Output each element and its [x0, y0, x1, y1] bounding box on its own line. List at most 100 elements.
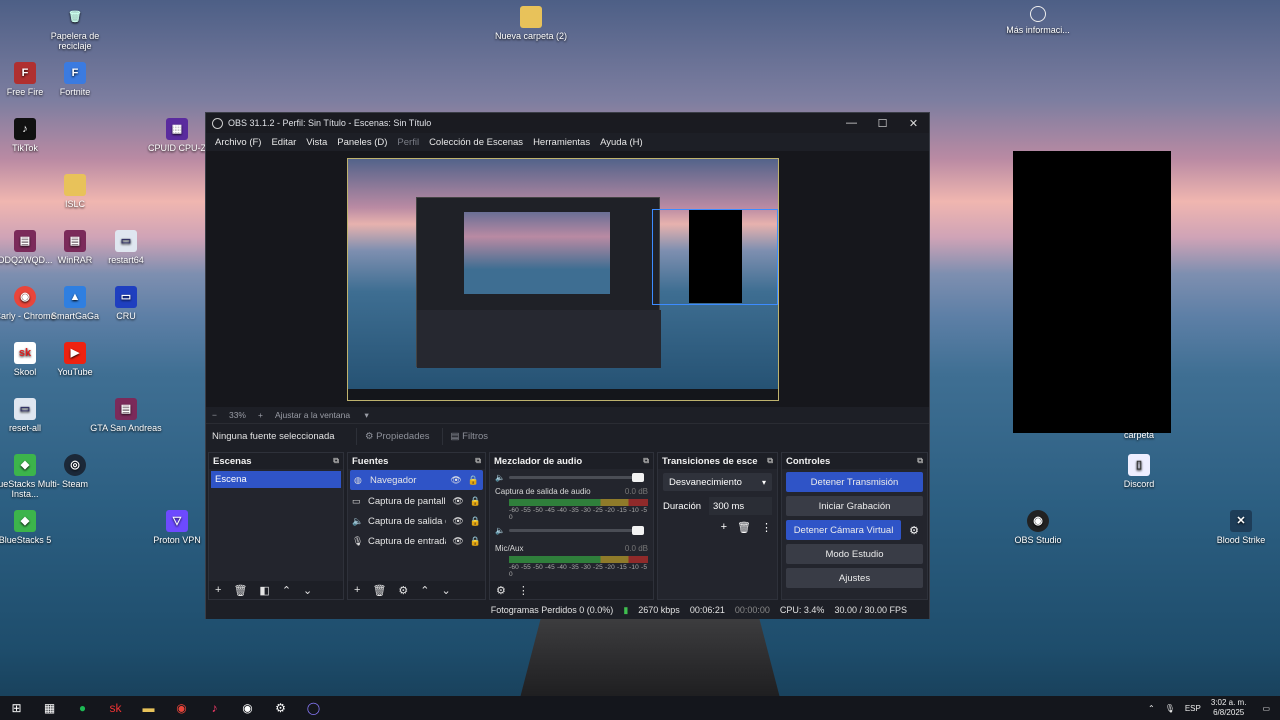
chrome-icon[interactable]: ◉ [165, 696, 198, 720]
tiktok-icon[interactable]: ♪ [198, 696, 231, 720]
menu-herramientas[interactable]: Herramientas [528, 137, 595, 148]
desktop-icon-carpeta[interactable]: carpeta [1101, 430, 1177, 440]
gear-icon[interactable]: ⚙ [398, 584, 408, 597]
desktop-icon-protonvpn[interactable]: ▽ Proton VPN [139, 510, 215, 545]
desktop-icon-nueva-carpeta[interactable]: Nueva carpeta (2) [493, 6, 569, 41]
maximize-button[interactable]: ☐ [867, 117, 898, 130]
desktop-icon-obs[interactable]: ◉ OBS Studio [1000, 510, 1076, 545]
speaker-icon[interactable]: 🔈 [495, 473, 505, 482]
source-item-captura-entrada-audio[interactable]: 🎙Captura de entrada de audio👁🔒 [348, 531, 485, 551]
title-bar[interactable]: OBS 31.1.2 - Perfil: Sin Título - Escena… [206, 113, 929, 133]
chevron-up-icon[interactable]: ⌃ [1148, 704, 1155, 713]
more-options-icon[interactable]: ⋮ [761, 521, 772, 534]
settings-gear-icon[interactable]: ⚙ [264, 696, 297, 720]
lock-icon[interactable]: 🔒 [470, 516, 481, 527]
zoom-fit-dropdown[interactable]: Ajustar a la ventana ▾ [275, 410, 381, 421]
desktop-icon-fortnite[interactable]: F Fortnite [37, 62, 113, 97]
desktop-icon-recycle-bin[interactable]: 🗑 Papelera de reciclaje [37, 6, 113, 52]
desktop-icon-restart64[interactable]: ▭ restart64 [88, 230, 164, 265]
gear-icon[interactable]: ⚙ [905, 524, 923, 537]
desktop-icon-bluestacks5[interactable]: ◆ BlueStacks 5 [0, 510, 63, 545]
clock[interactable]: 3:02 a. m. 6/8/2025 [1211, 698, 1247, 718]
microphone-icon[interactable]: 🎙 [1165, 704, 1175, 713]
language-indicator[interactable]: ESP [1185, 704, 1201, 713]
eye-icon[interactable]: 👁 [452, 516, 463, 527]
source-item-navegador[interactable]: ◍ Navegador 👁 🔒 [350, 470, 483, 490]
desktop-icon-islc[interactable]: ISLC [37, 174, 113, 209]
stop-virtual-camera-button[interactable]: Detener Cámara Virtual [786, 520, 901, 540]
advanced-audio-icon[interactable]: ⚙ [496, 584, 506, 597]
transitions-header: Transiciones de escena⧉ [658, 453, 777, 469]
menu-coleccion[interactable]: Colección de Escenas [424, 137, 528, 148]
more-options-icon[interactable]: ⋮ [518, 584, 529, 597]
desktop-icon-cru[interactable]: ▭ CRU [88, 286, 164, 321]
add-scene-button[interactable]: + [215, 584, 221, 596]
move-down-button[interactable]: ⌄ [303, 584, 312, 597]
eye-icon[interactable]: 👁 [450, 475, 461, 486]
properties-button[interactable]: ⚙ Propiedades [356, 427, 438, 445]
undock-icon[interactable]: ⧉ [333, 456, 339, 466]
undock-icon[interactable]: ⧉ [643, 456, 649, 466]
trash-icon[interactable]: 🗑 [737, 521, 751, 534]
zoom-in-button[interactable]: + [258, 410, 263, 420]
menu-perfil[interactable]: Perfil [392, 137, 424, 148]
volume-slider[interactable] [508, 472, 645, 482]
desktop-icon-mas-info[interactable]: Más informaci... [1000, 6, 1076, 35]
notification-icon[interactable]: ▭ [1262, 704, 1270, 713]
file-explorer-icon[interactable]: ▬ [132, 696, 165, 720]
proton-icon[interactable]: ◯ [297, 696, 330, 720]
source-selection-box[interactable] [652, 209, 778, 305]
desktop-icon-reset-all[interactable]: ▭ reset-all [0, 398, 63, 433]
start-recording-button[interactable]: Iniciar Grabación [786, 496, 923, 516]
eye-icon[interactable]: 👁 [452, 536, 463, 547]
undock-icon[interactable]: ⧉ [475, 456, 481, 466]
undock-icon[interactable]: ⧉ [767, 456, 773, 466]
desktop-icon-cpuz[interactable]: ▦ CPUID CPU-Z [139, 118, 215, 153]
studio-mode-button[interactable]: Modo Estudio [786, 544, 923, 564]
lock-icon[interactable]: 🔒 [470, 496, 481, 507]
menu-vista[interactable]: Vista [301, 137, 332, 148]
lock-icon[interactable]: 🔒 [470, 536, 481, 547]
close-button[interactable]: ✕ [898, 117, 929, 130]
move-down-button[interactable]: ⌄ [442, 584, 451, 597]
desktop-icon-steam[interactable]: ◎ Steam [37, 454, 113, 489]
stop-stream-button[interactable]: Detener Transmisión [786, 472, 923, 492]
minimize-button[interactable]: — [836, 117, 867, 130]
trash-icon[interactable]: 🗑 [372, 584, 386, 597]
speaker-icon[interactable]: 🔈 [495, 526, 505, 535]
desktop-icon-youtube[interactable]: ▶ YouTube [37, 342, 113, 377]
desktop-icon-blood-strike[interactable]: ✕ Blood Strike [1203, 510, 1279, 545]
controls-dock: Controles ⧉ Detener Transmisión Iniciar G… [781, 452, 928, 600]
filters-button[interactable]: ▤ Filtros [441, 427, 497, 445]
add-transition-button[interactable]: + [721, 521, 727, 534]
settings-button[interactable]: Ajustes [786, 568, 923, 588]
transition-select[interactable]: Desvanecimiento ▾ [663, 473, 772, 491]
menu-ayuda[interactable]: Ayuda (H) [595, 137, 648, 148]
trash-icon[interactable]: 🗑 [233, 584, 247, 597]
calculator-icon[interactable]: ▦ [33, 696, 66, 720]
source-item-captura-pantalla[interactable]: ▭ Captura de pantalla 👁 🔒 [348, 491, 485, 511]
scene-item[interactable]: Escena [211, 471, 341, 488]
zoom-out-button[interactable]: − [212, 410, 217, 420]
eye-icon[interactable]: 👁 [452, 496, 463, 507]
spotify-icon[interactable]: ● [66, 696, 99, 720]
volume-slider[interactable] [508, 525, 645, 535]
menu-archivo[interactable]: Archivo (F) [210, 137, 266, 148]
skool-icon[interactable]: sk [99, 696, 132, 720]
desktop-icon-gta[interactable]: ▤ GTA San Andreas [88, 398, 164, 433]
desktop-icon-discord[interactable]: ▯ Discord [1101, 454, 1177, 489]
lock-icon[interactable]: 🔒 [468, 475, 479, 486]
move-up-button[interactable]: ⌃ [420, 584, 429, 597]
obs-icon[interactable]: ◉ [231, 696, 264, 720]
menu-paneles[interactable]: Paneles (D) [332, 137, 392, 148]
menu-editar[interactable]: Editar [266, 137, 301, 148]
add-source-button[interactable]: + [354, 584, 360, 596]
scene-filters-icon[interactable]: ◧ [259, 584, 269, 597]
source-item-captura-salida-audio[interactable]: 🔈Captura de salida de audio👁🔒 [348, 511, 485, 531]
move-up-button[interactable]: ⌃ [282, 584, 291, 597]
duration-input[interactable]: 300 ms [709, 497, 772, 515]
undock-icon[interactable]: ⧉ [917, 456, 923, 466]
desktop-icon-tiktok[interactable]: ♪ TikTok [0, 118, 63, 153]
program-preview[interactable] [347, 158, 779, 401]
windows-start-icon[interactable]: ⊞ [0, 696, 33, 720]
